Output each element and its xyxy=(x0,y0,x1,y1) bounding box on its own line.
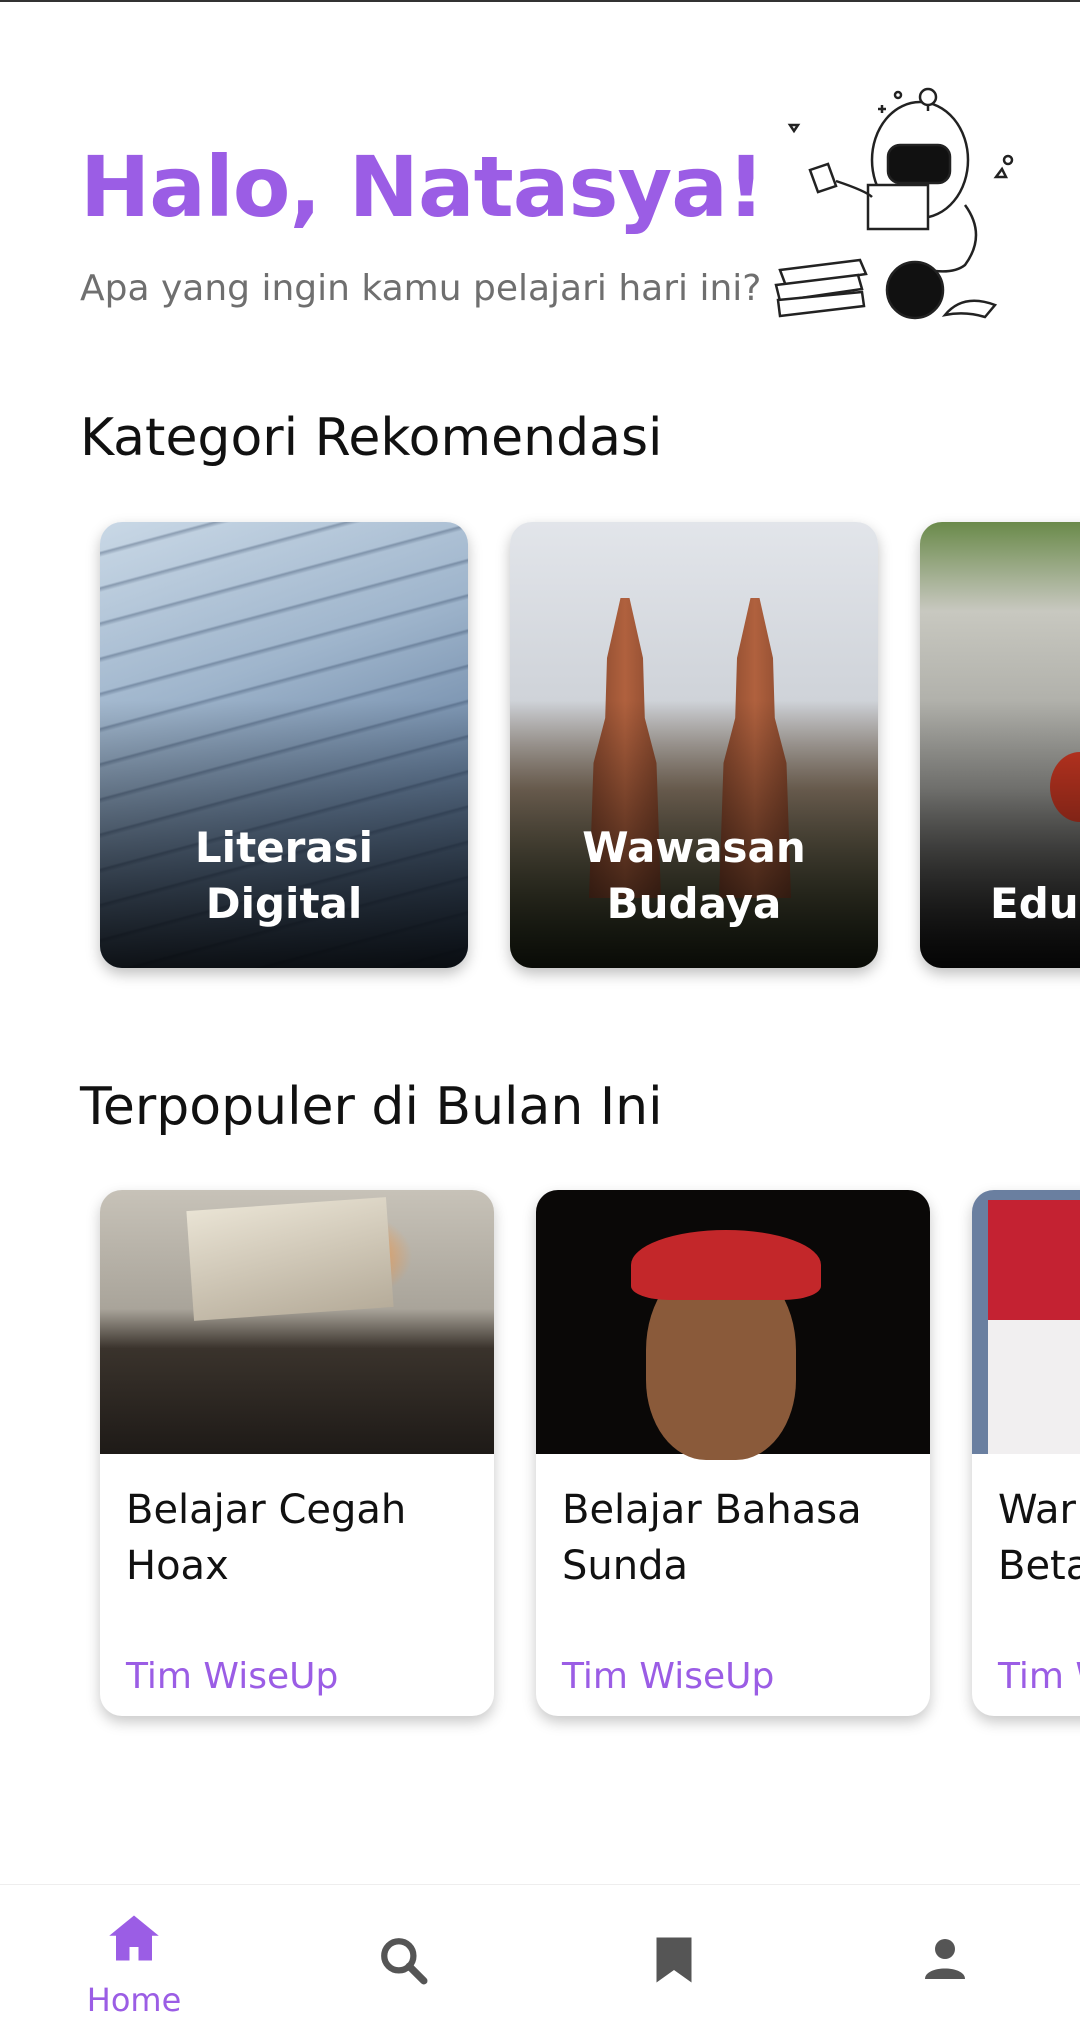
course-image xyxy=(100,1190,494,1454)
greeting-title: Halo, Natasya! xyxy=(80,138,765,236)
category-label: Literasi Digital xyxy=(194,823,374,928)
section-title-popular: Terpopuler di Bulan Ini xyxy=(80,1077,663,1137)
bottom-navigation: Home xyxy=(0,1884,1080,2032)
category-card-edukasi[interactable]: Eduka xyxy=(920,522,1080,968)
course-image xyxy=(972,1190,1080,1454)
category-card-wawasan-budaya[interactable]: Wawasan Budaya xyxy=(510,522,878,968)
home-screen: Halo, Natasya! Apa yang ingin kamu pelaj… xyxy=(0,0,1080,2032)
nav-item-profile[interactable] xyxy=(855,1885,1035,2032)
status-divider xyxy=(0,0,1080,2)
course-author: Tim WiseUp xyxy=(126,1656,339,1697)
greeting-subtitle: Apa yang ingin kamu pelajari hari ini? xyxy=(80,268,762,309)
category-label: Eduka xyxy=(990,879,1080,928)
course-author: Tim W xyxy=(998,1656,1080,1697)
nav-item-home[interactable]: Home xyxy=(44,1885,224,2032)
search-icon xyxy=(381,1938,428,1985)
robot-reading-icon xyxy=(774,87,1014,320)
profile-icon xyxy=(925,1939,965,1979)
course-image xyxy=(536,1190,930,1460)
nav-item-bookmark[interactable] xyxy=(584,1885,764,2032)
nav-item-search[interactable] xyxy=(313,1885,493,2032)
section-title-categories: Kategori Rekomendasi xyxy=(80,408,663,468)
popular-card-bahasa-sunda[interactable]: Belajar Bahasa Sunda Tim WiseUp xyxy=(536,1190,930,1716)
course-title: War Beta xyxy=(998,1487,1080,1589)
course-title: Belajar Bahasa Sunda xyxy=(562,1487,862,1589)
course-author: Tim WiseUp xyxy=(562,1656,775,1697)
category-card-literasi-digital[interactable]: Literasi Digital xyxy=(100,522,468,968)
category-label: Wawasan Budaya xyxy=(582,823,806,928)
course-title: Belajar Cegah Hoax xyxy=(126,1487,407,1589)
home-icon xyxy=(109,1915,159,1961)
popular-card-partial[interactable]: War Beta Tim W xyxy=(972,1190,1080,1716)
popular-card-cegah-hoax[interactable]: Belajar Cegah Hoax Tim WiseUp xyxy=(100,1190,494,1716)
bookmark-icon xyxy=(656,1937,692,1983)
nav-label-home: Home xyxy=(86,1981,182,2019)
